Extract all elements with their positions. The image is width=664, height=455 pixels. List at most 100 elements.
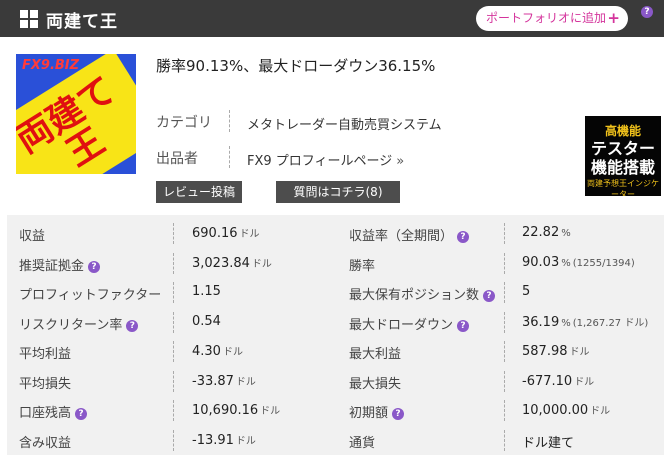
stat-row: 推奨証拠金? 3,023.84 ドル 勝率 90.03% (1255/1394) xyxy=(7,249,664,278)
stat-value: 1.15 xyxy=(192,284,221,299)
stat-divider xyxy=(504,282,505,303)
stat-value: 22.82% xyxy=(522,225,571,240)
stat-label-text: 平均利益 xyxy=(19,347,72,362)
stat-divider xyxy=(504,311,505,333)
double-chevron-right-icon: » xyxy=(396,154,405,169)
thumbnail-brand: FX9.BIZ xyxy=(22,58,80,73)
help-icon[interactable]: ? xyxy=(88,260,101,273)
stat-value-number: 690.16 xyxy=(192,226,238,241)
stat-value: 36.19% (1,267.27 ドル) xyxy=(522,314,648,330)
stat-divider xyxy=(504,341,505,362)
stat-value-number: 90.03 xyxy=(522,254,560,270)
stat-value-number: 5 xyxy=(522,284,531,299)
seller-divider xyxy=(229,146,230,168)
stat-label-text: 最大利益 xyxy=(349,347,402,362)
stat-label-text: 最大損失 xyxy=(349,376,402,392)
stat-label: 勝率 xyxy=(349,255,375,274)
stat-unit: % xyxy=(561,257,571,269)
stat-value-number: ドル建て xyxy=(522,435,575,451)
stat-label-text: 平均損失 xyxy=(19,376,72,392)
stat-divider xyxy=(504,429,505,451)
stat-divider xyxy=(173,311,174,333)
stat-label-text: 口座残高 xyxy=(19,406,72,421)
stat-value: 0.54 xyxy=(192,314,221,329)
stat-value: 90.03% (1255/1394) xyxy=(522,255,635,270)
stat-unit: ドル xyxy=(239,229,260,240)
stat-row: 含み収益 -13.91 ドル 通貨 ドル建て xyxy=(7,426,664,455)
side-banner-line2b: 機能搭載 xyxy=(590,158,655,177)
stat-extra: (1,267.27 ドル) xyxy=(572,317,649,329)
stat-label: 通貨 xyxy=(349,432,375,451)
stat-divider xyxy=(173,252,174,274)
seller-link[interactable]: FX9 プロフィールページ» xyxy=(247,150,404,169)
help-icon[interactable]: ? xyxy=(457,231,470,243)
stat-value: 5 xyxy=(522,284,530,299)
stat-row: 平均損失 -33.87 ドル 最大損失 -677.10 ドル xyxy=(7,367,664,396)
stat-value-number: -677.10 xyxy=(522,373,573,389)
category-label: カテゴリ xyxy=(156,115,212,131)
stat-divider xyxy=(504,400,505,421)
stat-value-number: 1.15 xyxy=(192,284,221,299)
stat-label-text: 初期額 xyxy=(349,406,389,421)
question-button[interactable]: 質問はコチラ(8) xyxy=(276,181,400,203)
add-to-portfolio-button[interactable]: ポートフォリオに追加 + xyxy=(476,6,628,31)
stat-value-number: 10,000.00 xyxy=(522,403,589,418)
stat-divider xyxy=(173,282,174,303)
help-icon[interactable]: ? xyxy=(75,408,88,420)
stat-unit: ドル xyxy=(251,258,272,270)
stat-divider xyxy=(173,429,174,451)
help-icon[interactable]: ? xyxy=(457,319,470,332)
help-icon[interactable]: ? xyxy=(392,408,405,420)
stat-divider xyxy=(173,223,174,244)
stat-label: 最大利益 xyxy=(349,343,401,362)
add-to-portfolio-label: ポートフォリオに追加 xyxy=(486,11,607,25)
grid-icon xyxy=(20,10,38,28)
stat-label-text: 収益 xyxy=(19,229,46,244)
stat-label: 口座残高? xyxy=(19,402,88,421)
help-icon[interactable]: ? xyxy=(483,290,496,302)
stat-label: 収益 xyxy=(19,225,45,244)
stat-divider xyxy=(173,341,174,362)
stat-value: 587.98 ドル xyxy=(522,343,590,359)
stat-unit: ドル xyxy=(569,347,590,358)
help-icon[interactable]: ? xyxy=(641,6,653,18)
stat-label: リスクリターン率? xyxy=(19,314,139,333)
help-icon[interactable]: ? xyxy=(126,319,139,332)
stat-unit: ドル xyxy=(260,406,281,417)
stat-label-text: 最大保有ポジション数 xyxy=(349,288,480,303)
stat-value: 10,000.00 ドル xyxy=(522,402,610,418)
category-value: メタトレーダー自動売買システム xyxy=(247,118,442,133)
stat-label: 推奨証拠金? xyxy=(19,255,101,274)
stat-label: 平均損失 xyxy=(19,373,71,392)
stat-label: プロフィットファクター xyxy=(19,284,161,303)
stat-value: ドル建て xyxy=(522,432,574,451)
stat-label-text: 勝率 xyxy=(349,258,376,274)
stat-row: 収益 690.16 ドル 収益率（全期間）? 22.82% xyxy=(7,219,664,248)
stat-unit: ドル xyxy=(235,435,256,447)
stat-divider xyxy=(173,400,174,421)
stat-row: プロフィットファクター 1.15 最大保有ポジション数? 5 xyxy=(7,278,664,307)
stat-label-text: 通貨 xyxy=(349,435,376,451)
stat-label-text: 収益率（全期間） xyxy=(349,229,454,244)
side-banner-line1: 高機能 xyxy=(604,124,641,138)
stat-divider xyxy=(504,223,505,244)
stat-unit: ドル xyxy=(222,347,243,358)
stat-label-text: 含み収益 xyxy=(19,435,72,451)
stat-label: 収益率（全期間）? xyxy=(349,225,470,244)
stat-row: リスクリターン率? 0.54 最大ドローダウン? 36.19% (1,267.27 ドル… xyxy=(7,308,664,337)
side-banner-line2a: テスター xyxy=(590,139,655,158)
stat-value: 690.16 ドル xyxy=(192,225,260,241)
stat-label: 最大損失 xyxy=(349,373,401,392)
stat-value-number: 10,690.16 xyxy=(192,403,259,418)
stat-value: 3,023.84 ドル xyxy=(192,255,272,271)
side-banner-ad[interactable]: 高機能 テスター 機能搭載 両建予想王インジケーター xyxy=(585,116,661,196)
stat-value-number: 4.30 xyxy=(192,344,221,359)
review-button[interactable]: レビュー投稿 xyxy=(156,181,242,203)
stat-divider xyxy=(504,252,505,274)
stat-label-text: リスクリターン率 xyxy=(19,317,123,333)
stat-label: 初期額? xyxy=(349,402,405,421)
stat-label: 平均利益 xyxy=(19,343,71,362)
product-summary: 勝率90.13%、最大ドローダウン36.15% xyxy=(156,57,436,75)
stat-unit: ドル xyxy=(574,376,595,388)
stat-row: 平均利益 4.30 ドル 最大利益 587.98 ドル xyxy=(7,337,664,366)
